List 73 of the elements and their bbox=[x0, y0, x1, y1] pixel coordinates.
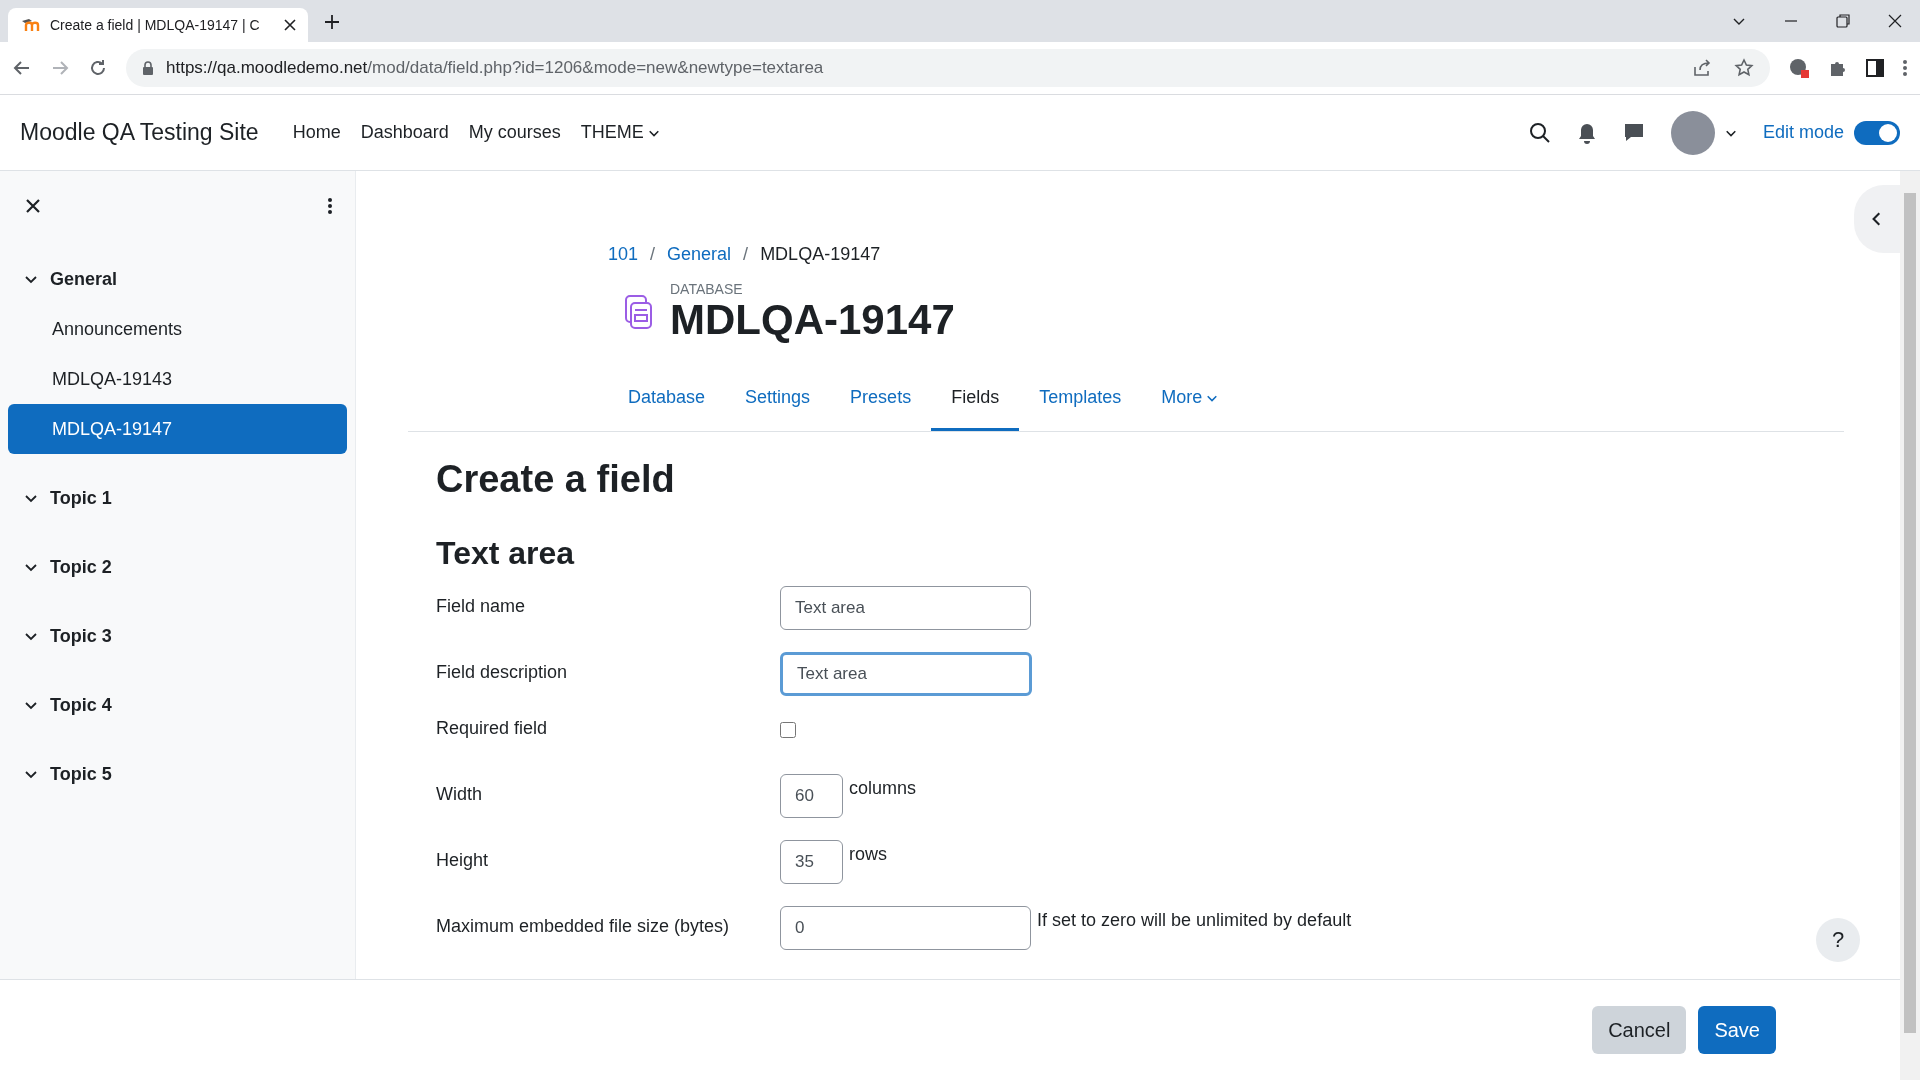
share-icon[interactable] bbox=[1692, 58, 1712, 78]
field-label: Required field bbox=[436, 718, 549, 740]
reload-icon[interactable] bbox=[88, 58, 108, 78]
field-label: Height bbox=[436, 849, 490, 872]
tab-title: Create a field | MDLQA-19147 | C bbox=[50, 17, 261, 33]
nav-tab[interactable]: Templates bbox=[1019, 373, 1142, 432]
section-heading[interactable]: Topic 1 bbox=[8, 473, 347, 523]
more-vertical-icon[interactable] bbox=[327, 197, 333, 215]
nav-tab[interactable]: Database bbox=[608, 373, 726, 432]
nav-tab[interactable]: Presets bbox=[830, 373, 932, 432]
breadcrumb-separator: / bbox=[743, 244, 749, 265]
section-heading[interactable]: Topic 2 bbox=[8, 542, 347, 592]
plus-icon[interactable] bbox=[324, 14, 340, 30]
side-panel-icon[interactable] bbox=[1866, 59, 1884, 77]
text-field[interactable]: Text area bbox=[780, 652, 1032, 697]
section-heading[interactable]: Topic 3 bbox=[8, 611, 347, 661]
nav-tab[interactable]: Settings bbox=[725, 373, 831, 432]
mortarboard-icon bbox=[20, 18, 40, 32]
close-icon[interactable] bbox=[1888, 14, 1902, 28]
sidebar-item[interactable]: MDLQA-19147 bbox=[8, 404, 347, 454]
help-button[interactable]: ? bbox=[1816, 918, 1860, 962]
site-name[interactable]: Moodle QA Testing Site bbox=[20, 119, 259, 146]
more-vertical-icon[interactable] bbox=[1902, 59, 1908, 77]
edit-mode-switch[interactable] bbox=[1854, 120, 1900, 145]
unit-label: rows bbox=[849, 843, 887, 866]
field-label: Field description bbox=[436, 661, 569, 684]
breadcrumb-current: MDLQA-19147 bbox=[760, 244, 881, 265]
nav-link[interactable]: Dashboard bbox=[350, 122, 459, 143]
url-text: https://qa.moodledemo.net/mod/data/field.php?id=1206&mode=new&newtype=textarea bbox=[166, 58, 824, 78]
nav-link[interactable]: THEME bbox=[570, 122, 670, 143]
extension-badge-icon[interactable] bbox=[1788, 57, 1810, 79]
breadcrumb-separator: / bbox=[650, 244, 656, 265]
restore-icon[interactable] bbox=[1836, 14, 1850, 28]
save-button[interactable]: Save bbox=[1698, 1006, 1776, 1054]
scrollbar[interactable] bbox=[1900, 171, 1920, 1080]
nav-tab[interactable]: Fields bbox=[931, 373, 1020, 432]
nav-tab[interactable]: More bbox=[1141, 373, 1239, 432]
search-icon[interactable] bbox=[1528, 121, 1551, 144]
number-field[interactable]: 60 bbox=[780, 774, 843, 819]
page-title: Create a field bbox=[436, 458, 676, 502]
field-label: Field name bbox=[436, 595, 527, 618]
section-heading[interactable]: General bbox=[8, 254, 347, 304]
lock-icon bbox=[142, 61, 154, 75]
close-icon[interactable] bbox=[26, 199, 40, 213]
text-field[interactable]: Text area bbox=[780, 586, 1031, 631]
number-field[interactable]: 0 bbox=[780, 906, 1031, 951]
star-icon[interactable] bbox=[1734, 58, 1754, 78]
section-title: Text area bbox=[436, 535, 576, 573]
field-label: Width bbox=[436, 783, 483, 806]
drawer-toggle[interactable] bbox=[1854, 185, 1900, 253]
sidebar-item[interactable]: Announcements bbox=[8, 304, 347, 354]
sidebar-item[interactable]: MDLQA-19143 bbox=[8, 354, 347, 404]
bell-icon[interactable] bbox=[1576, 121, 1597, 144]
section-heading[interactable]: Topic 5 bbox=[8, 749, 347, 799]
checkbox[interactable] bbox=[780, 722, 796, 739]
close-icon[interactable] bbox=[284, 19, 296, 31]
field-label: Maximum embedded file size (bytes) bbox=[436, 915, 731, 938]
section-heading[interactable]: Topic 4 bbox=[8, 680, 347, 730]
breadcrumb-link[interactable]: 101 bbox=[608, 244, 639, 265]
number-field[interactable]: 35 bbox=[780, 840, 843, 885]
chat-bubble-icon[interactable] bbox=[1622, 121, 1645, 144]
nav-link[interactable]: Home bbox=[282, 122, 351, 143]
nav-link[interactable]: My courses bbox=[458, 122, 571, 143]
cancel-button[interactable]: Cancel bbox=[1592, 1006, 1687, 1054]
browser-tab[interactable]: Create a field | MDLQA-19147 | C bbox=[8, 8, 308, 42]
activity-title: MDLQA-19147 bbox=[670, 297, 955, 344]
address-bar[interactable]: https://qa.moodledemo.net/mod/data/field.php?id=1206&mode=new&newtype=textarea bbox=[126, 49, 1770, 87]
unit-label: columns bbox=[849, 777, 917, 800]
hint-text: If set to zero will be unlimited by default bbox=[1037, 909, 1352, 932]
edit-mode-label: Edit mode bbox=[1762, 122, 1844, 143]
database-icon bbox=[624, 294, 654, 331]
breadcrumb-link[interactable]: General bbox=[667, 244, 732, 265]
activity-type-label: DATABASE bbox=[670, 281, 744, 297]
